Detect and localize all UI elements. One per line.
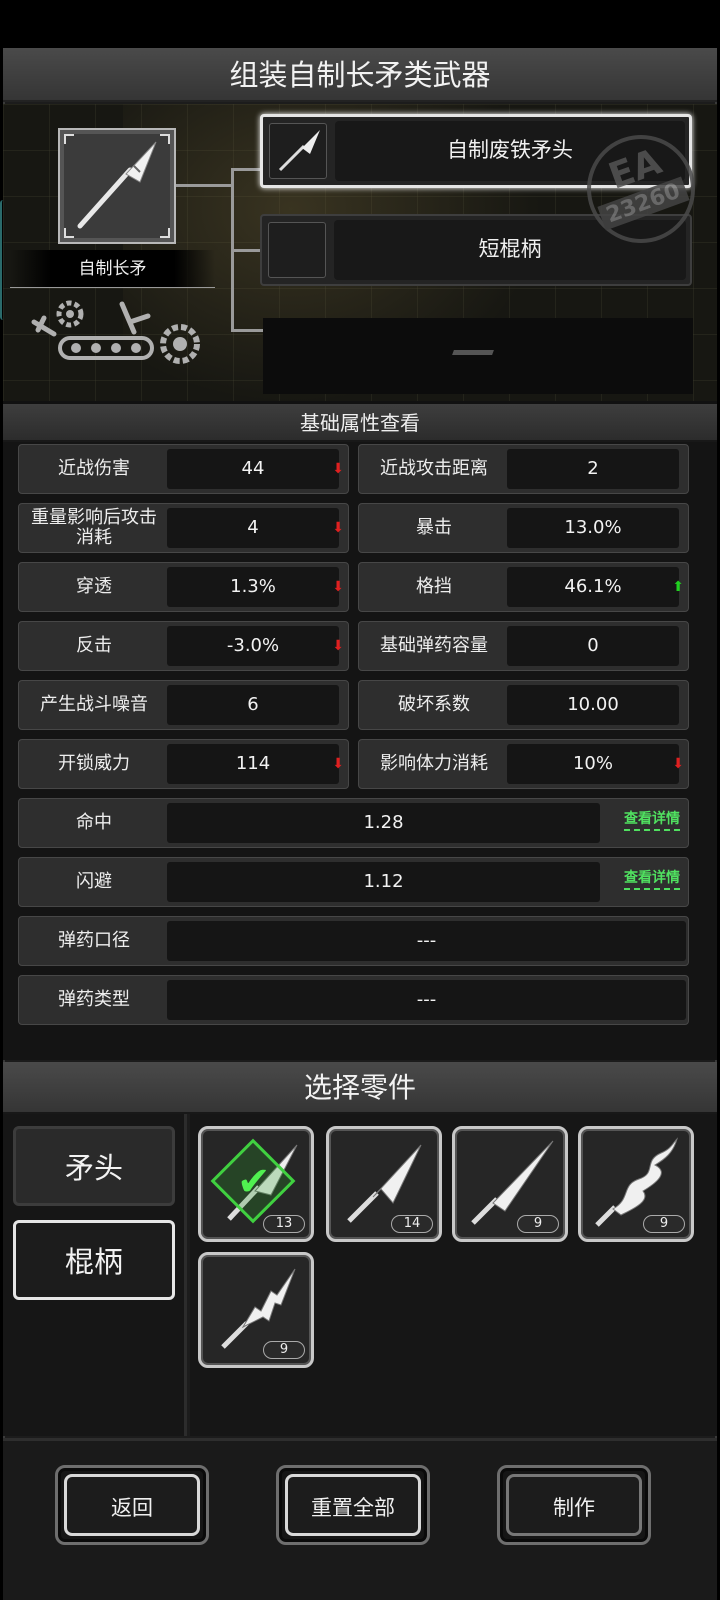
stat-label: 近战伤害: [58, 458, 130, 479]
gears-conveyor-icon: [30, 292, 210, 376]
category-handle-tab[interactable]: 棍柄: [13, 1220, 175, 1300]
stat-label: 破坏系数: [398, 694, 470, 715]
part-item[interactable]: ✔ 13: [198, 1126, 314, 1242]
connector-line: [176, 184, 232, 187]
spearhead-thumb-icon: [269, 123, 327, 179]
view-details-link[interactable]: 查看详情: [624, 868, 680, 890]
reset-all-button[interactable]: 重置全部: [276, 1465, 430, 1545]
craft-button-label: 制作: [506, 1474, 642, 1536]
spear-icon: [77, 141, 157, 229]
stat-label: 弹药口径: [58, 930, 130, 951]
stat-cell: 反击 -3.0% ⬇: [18, 621, 349, 671]
empty-dash: [452, 350, 494, 355]
parts-section-title: 选择零件: [3, 1062, 717, 1114]
handle-thumb-empty: [268, 222, 326, 278]
stat-label: 闪避: [76, 871, 112, 892]
stat-cell: 近战攻击距离 2: [358, 444, 689, 494]
stat-label: 命中: [76, 812, 112, 833]
arrow-down-icon: ⬇: [332, 756, 344, 772]
part-count: 13: [263, 1215, 305, 1233]
stat-label: 重量影响后攻击消耗: [31, 507, 157, 548]
arrow-down-icon: ⬇: [332, 638, 344, 654]
stat-cell: 暴击 13.0%: [358, 503, 689, 553]
stat-cell: 近战伤害 44 ⬇: [18, 444, 349, 494]
ea-version-stamp: EA 23260: [587, 135, 695, 243]
part-count: 9: [643, 1215, 685, 1233]
arrow-down-icon: ⬇: [332, 520, 344, 536]
stats-section-title: 基础属性查看: [3, 404, 717, 442]
stat-value: 4: [167, 508, 339, 548]
part-count: 14: [391, 1215, 433, 1233]
stat-cell: 格挡 46.1% ⬆: [358, 562, 689, 612]
stat-label: 产生战斗噪音: [40, 694, 148, 715]
back-button[interactable]: 返回: [55, 1465, 209, 1545]
category-spearhead-tab[interactable]: 矛头: [13, 1126, 175, 1206]
stat-wide-cell: 弹药口径 ---: [18, 916, 689, 966]
stat-value: 2: [507, 449, 679, 489]
page-title: 组装自制长矛类武器: [3, 48, 717, 102]
status-bar: [0, 0, 720, 48]
craft-button[interactable]: 制作: [497, 1465, 651, 1545]
stat-value: 114: [167, 744, 339, 784]
weapon-name: 自制长矛: [10, 250, 215, 288]
checkmark-icon: ✔: [237, 1159, 271, 1205]
stat-value: 6: [167, 685, 339, 725]
part-item[interactable]: 9: [198, 1252, 314, 1368]
stat-cell: 穿透 1.3% ⬇: [18, 562, 349, 612]
stat-value: ---: [167, 921, 686, 961]
arrow-down-icon: ⬇: [332, 461, 344, 477]
stat-value: -3.0%: [167, 626, 339, 666]
reset-all-button-label: 重置全部: [285, 1474, 421, 1536]
stat-value: 1.12: [167, 862, 600, 902]
arrow-up-icon: ⬆: [672, 579, 684, 595]
stat-label: 反击: [76, 635, 112, 656]
back-button-label: 返回: [64, 1474, 200, 1536]
stat-cell: 开锁威力 114 ⬇: [18, 739, 349, 789]
weapon-preview-icon: [58, 128, 176, 244]
stat-cell: 影响体力消耗 10% ⬇: [358, 739, 689, 789]
part-item[interactable]: 9: [452, 1126, 568, 1242]
stat-label: 格挡: [416, 576, 452, 597]
stat-cell: 产生战斗噪音 6: [18, 680, 349, 730]
connector-line: [231, 168, 263, 171]
stat-value: 0: [507, 626, 679, 666]
category-list: 矛头 棍柄: [3, 1114, 187, 1436]
part-item[interactable]: 14: [326, 1126, 442, 1242]
stat-label: 开锁威力: [58, 753, 130, 774]
slot-empty: [263, 318, 693, 394]
stat-label: 影响体力消耗: [380, 753, 488, 774]
footer-bar: 返回 重置全部 制作: [3, 1438, 717, 1600]
stat-value: 1.3%: [167, 567, 339, 607]
stat-label: 穿透: [76, 576, 112, 597]
stat-label: 暴击: [416, 517, 452, 538]
arrow-down-icon: ⬇: [332, 579, 344, 595]
stat-value: 10.00: [507, 685, 679, 725]
connector-line: [231, 329, 263, 332]
stat-value: 10%: [507, 744, 679, 784]
stat-value: 1.28: [167, 803, 600, 843]
part-count: 9: [263, 1341, 305, 1359]
view-details-link[interactable]: 查看详情: [624, 809, 680, 831]
connector-line: [231, 249, 263, 252]
part-count: 9: [517, 1215, 559, 1233]
arrow-down-icon: ⬇: [672, 756, 684, 772]
stat-wide-cell: 闪避 1.12 查看详情: [18, 857, 689, 907]
stat-label: 弹药类型: [58, 989, 130, 1010]
stat-wide-cell: 命中 1.28 查看详情: [18, 798, 689, 848]
stat-value: ---: [167, 980, 686, 1020]
stat-cell: 破坏系数 10.00: [358, 680, 689, 730]
stat-cell: 基础弹药容量 0: [358, 621, 689, 671]
parts-grid: ✔ 13 14 9 9 9: [190, 1114, 717, 1436]
stat-value: 13.0%: [507, 508, 679, 548]
part-item[interactable]: 9: [578, 1126, 694, 1242]
stat-cell: 重量影响后攻击消耗 4 ⬇: [18, 503, 349, 553]
stat-label: 近战攻击距离: [380, 458, 488, 479]
stat-value: 46.1%: [507, 567, 679, 607]
stat-wide-cell: 弹药类型 ---: [18, 975, 689, 1025]
stat-label: 基础弹药容量: [380, 635, 488, 656]
stat-value: 44: [167, 449, 339, 489]
